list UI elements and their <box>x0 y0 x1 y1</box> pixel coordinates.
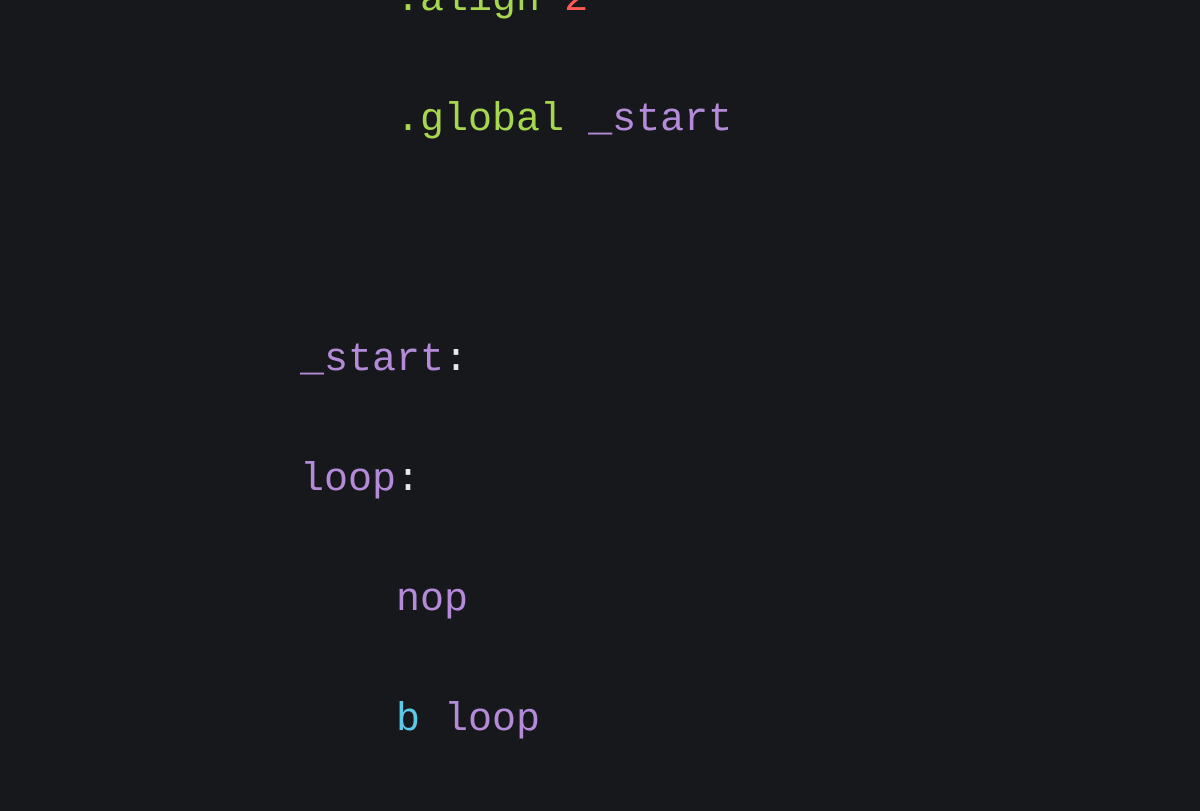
code-block: .text .align 2 .global _start _start: lo… <box>300 0 732 811</box>
instruction-nop: nop <box>396 578 468 623</box>
mnemonic-branch: b <box>396 698 420 743</box>
space <box>564 98 588 143</box>
space <box>420 698 444 743</box>
code-line-8: b loop <box>300 691 732 751</box>
directive-global: .global <box>396 98 564 143</box>
directive-align: .align <box>396 0 540 23</box>
space <box>540 0 564 23</box>
code-line-blank <box>300 211 732 271</box>
code-line-3: .global _start <box>300 91 732 151</box>
label-loop-def: loop <box>300 458 396 503</box>
colon: : <box>396 458 420 503</box>
label-start-def: _start <box>300 338 444 383</box>
code-line-2: .align 2 <box>300 0 732 31</box>
colon: : <box>444 338 468 383</box>
label-start-ref: _start <box>588 98 732 143</box>
code-line-5: _start: <box>300 331 732 391</box>
number-literal: 2 <box>564 0 588 23</box>
label-loop-ref: loop <box>444 698 540 743</box>
code-line-7: nop <box>300 571 732 631</box>
code-line-6: loop: <box>300 451 732 511</box>
